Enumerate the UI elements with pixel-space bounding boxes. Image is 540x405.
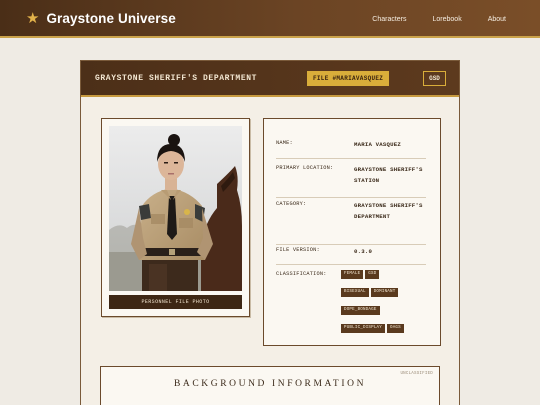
category-label: CATEGORY:	[276, 201, 307, 207]
card-header: GRAYSTONE SHERIFF'S DEPARTMENT FILE #MAR…	[81, 61, 459, 97]
info-row-version: FILE VERSION: 0.3.0	[276, 247, 426, 265]
nav-link-about[interactable]: About	[488, 16, 506, 23]
tag-chip: BISEXUAL	[341, 288, 369, 297]
info-row-category: CATEGORY: GRAYSTONE SHERIFF'S DEPARTMENT	[276, 201, 426, 245]
version-label: FILE VERSION:	[276, 247, 320, 253]
location-label: PRIMARY LOCATION:	[276, 165, 334, 171]
star-icon: ★	[26, 9, 40, 27]
tag-chip: DOMINANT	[370, 288, 399, 297]
name-label: NAME:	[276, 140, 293, 146]
location-value: GRAYSTONE SHERIFF'S STATION	[354, 166, 423, 184]
department-title: GRAYSTONE SHERIFF'S DEPARTMENT	[95, 74, 258, 83]
site-title[interactable]: Graystone Universe	[46, 11, 175, 26]
tag-chip: OAGS	[386, 324, 404, 333]
photo-frame: PERSONNEL FILE PHOTO	[101, 118, 250, 317]
nav-link-lorebook[interactable]: Lorebook	[433, 16, 462, 23]
profile-info-panel: NAME: MARIA VASQUEZ PRIMARY LOCATION: GR…	[263, 118, 441, 346]
category-value: GRAYSTONE SHERIFF'S DEPARTMENT	[354, 202, 423, 220]
gsd-badge: GSD	[423, 71, 446, 86]
nav-link-characters[interactable]: Characters	[372, 16, 406, 23]
file-id-tag: FILE #MARIAVASQUEZ	[307, 71, 390, 86]
info-row-name: NAME: MARIA VASQUEZ	[276, 140, 426, 159]
tag-chip: PUBLIC_DISPLAY	[341, 324, 385, 333]
classification-label: CLASSIFICATION:	[276, 271, 327, 277]
unclassified-stamp: UNCLASSIFIED	[400, 372, 433, 376]
info-row-location: PRIMARY LOCATION: GRAYSTONE SHERIFF'S ST…	[276, 165, 426, 198]
name-value: MARIA VASQUEZ	[354, 141, 401, 148]
classification-tags: FEMALE GSD BISEXUAL DOMINANT DOPE_BONDAGE …	[341, 270, 427, 342]
personnel-photo	[109, 126, 242, 291]
tag-chip: GSD	[365, 270, 380, 279]
tag-chip: FEMALE	[341, 270, 364, 279]
nav-links: Characters Lorebook About	[346, 0, 506, 38]
tag-chip: DOPE_BONDAGE	[341, 306, 380, 315]
brand[interactable]: ★ Graystone Universe	[26, 11, 176, 26]
photo-caption: PERSONNEL FILE PHOTO	[109, 295, 242, 309]
top-nav-bar: ★ Graystone Universe Characters Lorebook…	[0, 0, 540, 38]
background-section: UNCLASSIFIED BACKGROUND INFORMATION	[100, 366, 440, 405]
version-value: 0.3.0	[354, 248, 373, 255]
personnel-file-card: GRAYSTONE SHERIFF'S DEPARTMENT FILE #MAR…	[80, 60, 460, 405]
background-title: BACKGROUND INFORMATION	[173, 379, 367, 389]
